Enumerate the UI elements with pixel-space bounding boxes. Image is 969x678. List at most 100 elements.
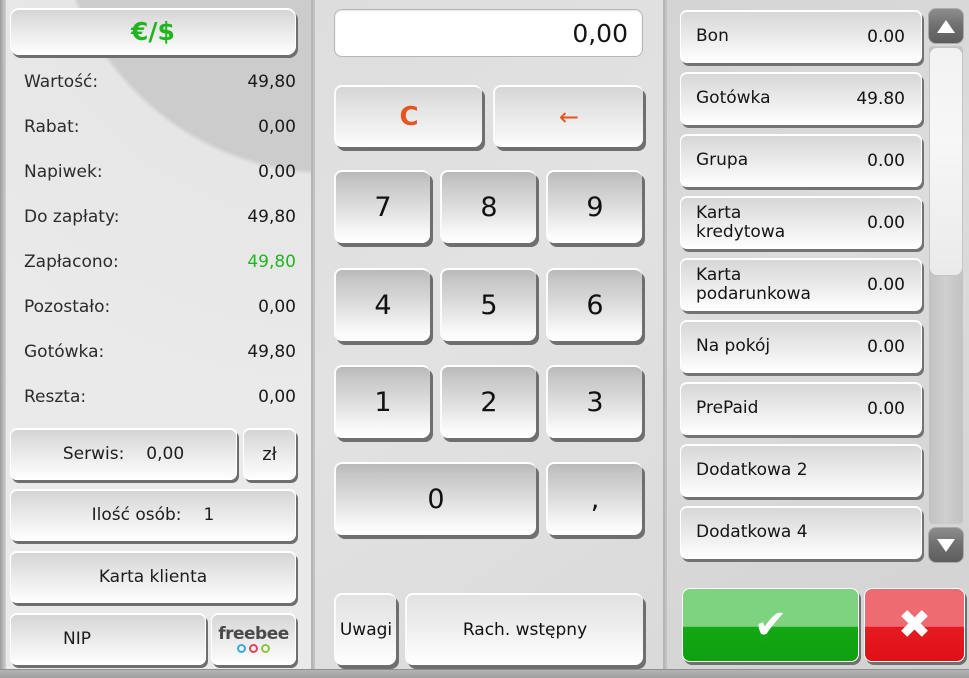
notes-label: Uwagi — [339, 620, 393, 640]
confirm-button[interactable]: ✔ — [682, 588, 859, 662]
payment-method-amount: 0.00 — [867, 274, 905, 295]
key-6[interactable]: 6 — [546, 268, 642, 341]
summary-row: Reszta: 0,00 — [24, 386, 296, 408]
payment-method-amount: 0.00 — [867, 336, 905, 357]
preliminary-bill-label: Rach. wstępny — [462, 620, 588, 640]
summary-row-label: Rabat: — [24, 117, 80, 137]
scrollbar-thumb[interactable] — [929, 47, 963, 276]
clear-label: C — [399, 102, 419, 132]
service-charge-button[interactable]: Serwis: 0,00 — [10, 428, 237, 480]
scroll-down-button[interactable] — [928, 527, 964, 563]
cancel-button[interactable]: ✖ — [864, 588, 965, 662]
clear-button[interactable]: C — [334, 85, 482, 147]
key-1[interactable]: 1 — [334, 365, 430, 438]
key-7-label: 7 — [374, 192, 392, 223]
notes-button[interactable]: Uwagi — [334, 593, 396, 665]
summary-row: Rabat: 0,00 — [24, 116, 296, 138]
guest-count-button[interactable]: Ilość osób: 1 — [10, 489, 296, 541]
currency-unit-label: zł — [262, 443, 277, 465]
key-decimal-comma[interactable]: , — [546, 462, 642, 535]
key-2-label: 2 — [480, 387, 498, 418]
customer-card-button[interactable]: Karta klienta — [10, 551, 296, 603]
freebee-loyalty-button[interactable]: freebee — [211, 613, 296, 665]
payment-method-button[interactable]: Karta kredytowa 0.00 — [680, 196, 922, 249]
payment-method-name: PrePaid — [696, 398, 759, 419]
payment-method-name: Grupa — [696, 150, 749, 171]
key-5[interactable]: 5 — [440, 268, 536, 341]
payment-method-name: Dodatkowa 4 — [696, 522, 808, 543]
service-charge-value: 0,00 — [146, 444, 185, 464]
summary-row-label: Pozostało: — [24, 297, 111, 317]
currency-toggle-button[interactable]: €/$ — [10, 8, 296, 55]
payment-method-button[interactable]: Grupa 0.00 — [680, 134, 922, 187]
payment-method-button[interactable]: Dodatkowa 2 — [680, 444, 922, 497]
customer-card-label: Karta klienta — [98, 567, 208, 587]
summary-row-value: 49,80 — [247, 252, 296, 272]
payment-method-button[interactable]: Bon 0.00 — [680, 10, 922, 63]
payment-method-amount: 0.00 — [867, 26, 905, 47]
amount-display[interactable]: 0,00 — [334, 9, 643, 57]
freebee-logo-text: freebee — [218, 623, 289, 644]
currency-unit-button[interactable]: zł — [243, 428, 296, 480]
summary-row-value: 0,00 — [258, 297, 296, 317]
key-3[interactable]: 3 — [546, 365, 642, 438]
key-1-label: 1 — [374, 387, 392, 418]
summary-row-value: 0,00 — [258, 117, 296, 137]
scroll-up-button[interactable] — [928, 8, 964, 44]
payment-method-name: Dodatkowa 2 — [696, 460, 808, 481]
key-6-label: 6 — [586, 290, 604, 321]
backspace-arrow-icon: ← — [558, 103, 580, 131]
payment-method-button[interactable]: Karta podarunkowa 0.00 — [680, 258, 922, 311]
summary-row: Gotówka: 49,80 — [24, 341, 296, 363]
currency-toggle-label: €/$ — [131, 17, 175, 46]
summary-row: Zapłacono: 49,80 — [24, 251, 296, 273]
key-decimal-comma-label: , — [590, 484, 600, 515]
key-9[interactable]: 9 — [546, 170, 642, 243]
service-charge-label: Serwis: — [62, 444, 125, 464]
payment-method-name: Karta podarunkowa — [696, 265, 811, 304]
payment-method-amount: 0.00 — [867, 150, 905, 171]
key-4-label: 4 — [374, 290, 392, 321]
summary-row-value: 0,00 — [258, 162, 296, 182]
summary-row-label: Napiwek: — [24, 162, 103, 182]
key-8[interactable]: 8 — [440, 170, 536, 243]
summary-row-value: 0,00 — [258, 387, 296, 407]
nip-label: NIP — [63, 629, 91, 649]
backspace-button[interactable]: ← — [493, 85, 643, 147]
pos-payment-screen: €/$ Wartość: 49,80 Rabat: 0,00 Napiwek: 0,00 D… — [0, 0, 969, 678]
summary-row: Napiwek: 0,00 — [24, 161, 296, 183]
key-4[interactable]: 4 — [334, 268, 430, 341]
chevron-up-icon — [937, 19, 955, 33]
key-8-label: 8 — [480, 192, 498, 223]
totals-panel: €/$ Wartość: 49,80 Rabat: 0,00 Napiwek: 0,00 D… — [0, 0, 313, 669]
bottom-status-strip — [0, 669, 969, 678]
summary-row-label: Reszta: — [24, 387, 87, 407]
nip-button[interactable]: NIP — [10, 613, 206, 665]
payment-methods-panel: Bon 0.00 Gotówka 49.80 Grupa 0.00 Karta kredyto… — [667, 0, 969, 669]
payment-method-button[interactable]: Dodatkowa 4 — [680, 506, 922, 559]
freebee-dots-icon — [237, 643, 270, 653]
check-icon: ✔ — [753, 602, 788, 648]
preliminary-bill-button[interactable]: Rach. wstępny — [405, 593, 643, 665]
key-7[interactable]: 7 — [334, 170, 430, 243]
summary-row-value: 49,80 — [247, 342, 296, 362]
payment-method-name: Na pokój — [696, 336, 771, 357]
summary-row-label: Gotówka: — [24, 342, 105, 362]
payment-method-amount: 0.00 — [867, 398, 905, 419]
payment-method-button[interactable]: Na pokój 0.00 — [680, 320, 922, 373]
keypad-panel: 0,00 C ← 7 8 9 4 5 6 1 2 3 0 , Uwagi Rac… — [315, 0, 665, 669]
key-0[interactable]: 0 — [334, 462, 536, 535]
payment-method-amount: 0.00 — [867, 212, 905, 233]
key-9-label: 9 — [586, 192, 604, 223]
key-5-label: 5 — [480, 290, 498, 321]
payment-method-button[interactable]: Gotówka 49.80 — [680, 72, 922, 125]
key-2[interactable]: 2 — [440, 365, 536, 438]
amount-display-value: 0,00 — [572, 18, 628, 48]
summary-row-label: Wartość: — [24, 72, 99, 92]
payment-method-amount: 49.80 — [856, 88, 905, 109]
payment-method-button[interactable]: PrePaid 0.00 — [680, 382, 922, 435]
summary-row-value: 49,80 — [247, 207, 296, 227]
summary-row-value: 49,80 — [247, 72, 296, 92]
summary-row: Pozostało: 0,00 — [24, 296, 296, 318]
summary-row-label: Do zapłaty: — [24, 207, 120, 227]
